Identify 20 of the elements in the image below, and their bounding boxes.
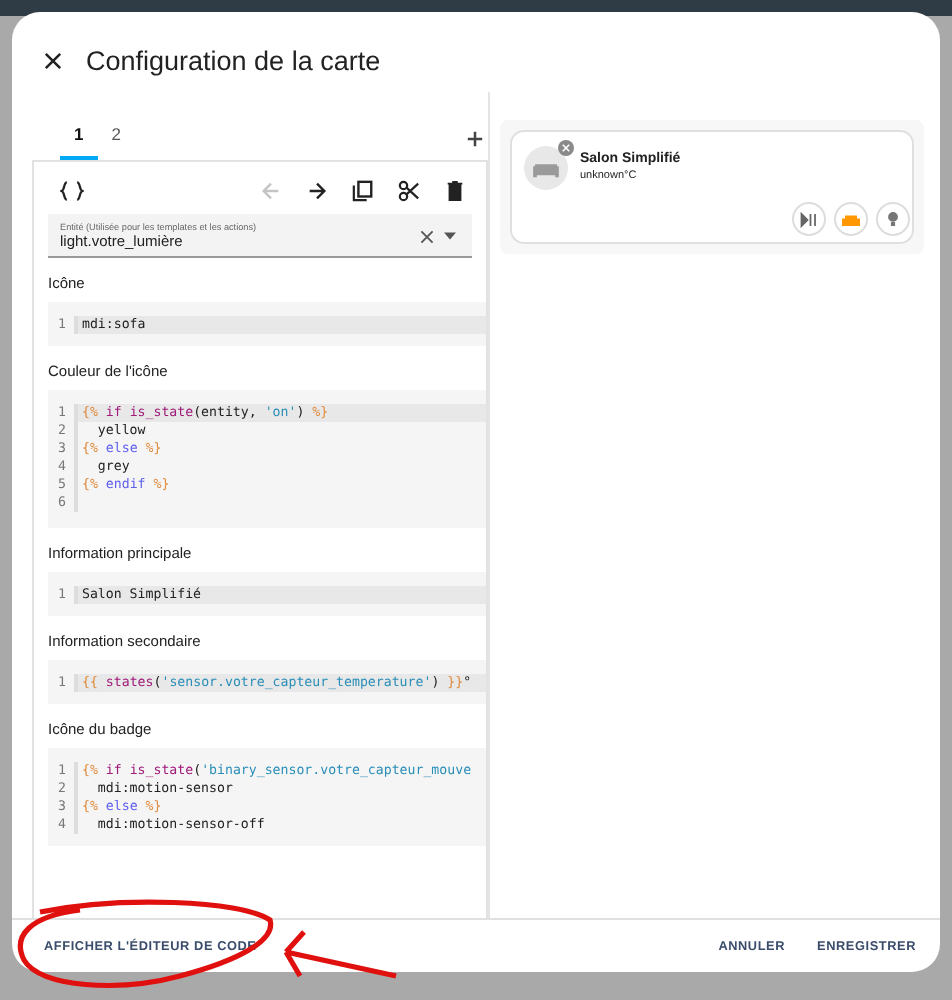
clear-icon[interactable] [420, 229, 434, 243]
dialog-title: Configuration de la carte [86, 45, 381, 75]
add-icon[interactable] [466, 129, 484, 147]
play-pause-icon [800, 211, 818, 227]
sofa-icon [524, 146, 568, 190]
bulb-button[interactable] [876, 202, 910, 236]
arrow-right-icon[interactable] [306, 180, 328, 202]
copy-icon[interactable] [352, 180, 374, 202]
code-braces-icon[interactable] [60, 180, 84, 202]
tab[interactable]: 1 [60, 116, 98, 160]
play-pause-button[interactable] [792, 202, 826, 236]
tab[interactable]: 2 [97, 116, 135, 160]
delete-icon[interactable] [444, 180, 466, 202]
dropdown-caret-icon[interactable] [444, 232, 456, 240]
sofa-icon [842, 211, 860, 227]
close-icon[interactable] [44, 51, 62, 69]
bulb-icon [886, 210, 900, 228]
cut-icon[interactable] [398, 180, 420, 202]
badge-icon [558, 140, 574, 156]
annotation-arrow-drawing [280, 926, 402, 982]
